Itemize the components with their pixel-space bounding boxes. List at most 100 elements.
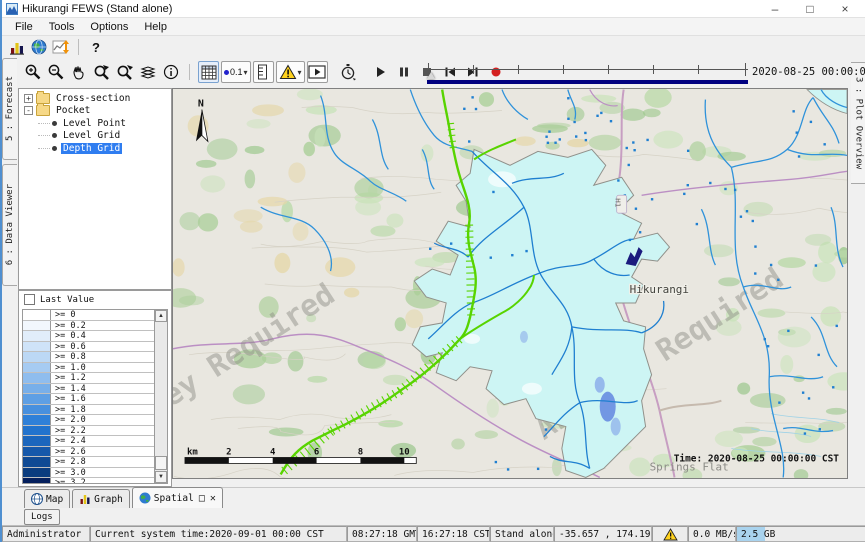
logs-button[interactable]: Logs	[24, 509, 60, 525]
tab-graph[interactable]: Graph	[72, 489, 130, 508]
scroll-down-icon[interactable]: ▼	[155, 471, 167, 483]
legend-row[interactable]: >= 1.4	[23, 384, 154, 395]
zoom-next-button[interactable]	[114, 61, 135, 83]
legend-swatch	[23, 363, 51, 373]
tab-spatial[interactable]: Spatial □ ✕	[132, 487, 223, 508]
tab-forecast[interactable]: 5 : Forecast	[2, 58, 17, 160]
spatial-display-button[interactable]	[28, 37, 50, 57]
menu-options[interactable]: Options	[83, 20, 135, 34]
tree-item-level-grid[interactable]: Level Grid	[19, 130, 171, 143]
legend-row[interactable]: >= 2.8	[23, 457, 154, 468]
maximize-button[interactable]: □	[795, 0, 825, 17]
help-label: ?	[92, 40, 100, 55]
status-bar: Administrator Current system time:2020-0…	[2, 525, 865, 542]
legend-row[interactable]: >= 0.4	[23, 331, 154, 342]
info-button[interactable]	[160, 61, 181, 83]
legend-row[interactable]: >= 1.0	[23, 363, 154, 374]
warning-icon	[663, 528, 678, 541]
zoom-out-button[interactable]	[45, 61, 66, 83]
map-canvas[interactable]: API Key Required API Key Required	[172, 88, 848, 479]
tree-expander-icon[interactable]: +	[24, 94, 33, 103]
legend-row[interactable]: >= 0	[23, 310, 154, 321]
tab-close-icon[interactable]: ✕	[210, 493, 216, 504]
legend-swatch	[23, 321, 51, 331]
classification-dropdown[interactable]: 0.1 ▾	[221, 61, 251, 83]
legend-row[interactable]: >= 3.2	[23, 478, 154, 483]
legend-swatch	[23, 331, 51, 341]
timeline-slider[interactable]	[427, 60, 748, 84]
map-toolbar: 0.1 ▾ ▾	[18, 58, 850, 88]
profile-button[interactable]	[253, 61, 274, 83]
legend-swatch	[23, 468, 51, 478]
left-tab-strip: 5 : Forecast 6 : Data Viewer	[2, 58, 18, 487]
zoom-previous-button[interactable]	[91, 61, 112, 83]
road-label: H1	[614, 198, 623, 207]
legend-list-container: >= 0>= 0.2>= 0.4>= 0.6>= 0.8>= 1.0>= 1.2…	[22, 309, 168, 484]
movie-play-icon	[308, 65, 326, 79]
north-label: N	[198, 99, 204, 110]
node-bullet-icon	[52, 133, 57, 138]
legend-row[interactable]: >= 0.2	[23, 321, 154, 332]
timeline-date: 2020-08-25 00:00:00 CST	[752, 66, 865, 78]
svg-text:4: 4	[270, 447, 275, 457]
animation-settings-button[interactable]	[338, 61, 359, 83]
legend-label: >= 2.0	[51, 415, 86, 425]
chart-arrow-icon	[52, 39, 70, 55]
tab-map[interactable]: Map	[24, 489, 70, 508]
close-button[interactable]: ×	[830, 0, 860, 17]
legend-row[interactable]: >= 0.8	[23, 352, 154, 363]
tree-item-depth-grid[interactable]: Depth Grid	[19, 142, 171, 155]
tab-data-viewer[interactable]: 6 : Data Viewer	[2, 164, 17, 286]
status-system-time: Current system time:2020-09-01 00:00 CST	[90, 526, 347, 542]
layers-button[interactable]	[137, 61, 158, 83]
last-value-checkbox[interactable]	[24, 294, 35, 305]
legend-swatch	[23, 352, 51, 362]
logs-row: Logs	[2, 508, 865, 525]
play-button[interactable]	[371, 61, 392, 83]
legend-label: >= 2.4	[51, 436, 86, 446]
legend-row[interactable]: >= 2.6	[23, 447, 154, 458]
legend-swatch	[23, 447, 51, 457]
status-local-time: 16:27:18 CST	[417, 526, 490, 542]
legend-label: >= 1.0	[51, 363, 86, 373]
legend-scrollbar[interactable]: ▲ ▼	[154, 310, 167, 483]
animation-button[interactable]	[307, 61, 328, 83]
help-button[interactable]: ?	[85, 37, 107, 57]
tree-expander-icon[interactable]: -	[24, 106, 33, 115]
tab-maximize-icon[interactable]: □	[199, 493, 205, 504]
legend-label: >= 3.2	[51, 478, 86, 483]
town-label: Hikurangi	[630, 283, 689, 296]
database-viewer-button[interactable]	[6, 37, 28, 57]
legend-row[interactable]: >= 0.6	[23, 342, 154, 353]
tab-plot-overview[interactable]: 3 : Plot Overview	[851, 62, 865, 184]
legend-row[interactable]: >= 2.4	[23, 436, 154, 447]
legend-row[interactable]: >= 3.0	[23, 468, 154, 479]
legend-row[interactable]: >= 2.0	[23, 415, 154, 426]
legend-row[interactable]: >= 1.6	[23, 394, 154, 405]
pan-button[interactable]	[68, 61, 89, 83]
tree-item-level-point[interactable]: Level Point	[19, 117, 171, 130]
menu-file[interactable]: File	[8, 20, 40, 34]
legend-row[interactable]: >= 1.2	[23, 373, 154, 384]
menu-tools[interactable]: Tools	[42, 20, 82, 34]
menu-help[interactable]: Help	[137, 20, 174, 34]
scrollbar-thumb[interactable]	[155, 456, 167, 470]
pause-button[interactable]	[394, 61, 415, 83]
grid-display-button[interactable]	[198, 61, 219, 83]
timeline-handle[interactable]	[427, 72, 435, 79]
toolbar-separator	[78, 39, 79, 55]
legend-label: >= 1.8	[51, 405, 86, 415]
zoom-in-button[interactable]	[22, 61, 43, 83]
legend-row[interactable]: >= 2.2	[23, 426, 154, 437]
legend-row[interactable]: >= 1.8	[23, 405, 154, 416]
scroll-up-icon[interactable]: ▲	[155, 310, 167, 322]
thresholds-dropdown[interactable]: ▾	[276, 61, 305, 83]
menu-bar: File Tools Options Help	[2, 18, 865, 36]
time-series-button[interactable]	[50, 37, 72, 57]
status-gmt-time: 08:27:18 GMT	[347, 526, 417, 542]
info-icon	[162, 63, 180, 81]
tree-item-pocket[interactable]: -Pocket	[19, 105, 171, 118]
status-warning[interactable]	[652, 526, 688, 542]
minimize-button[interactable]: –	[760, 0, 790, 17]
legend-label: >= 0	[51, 310, 75, 320]
